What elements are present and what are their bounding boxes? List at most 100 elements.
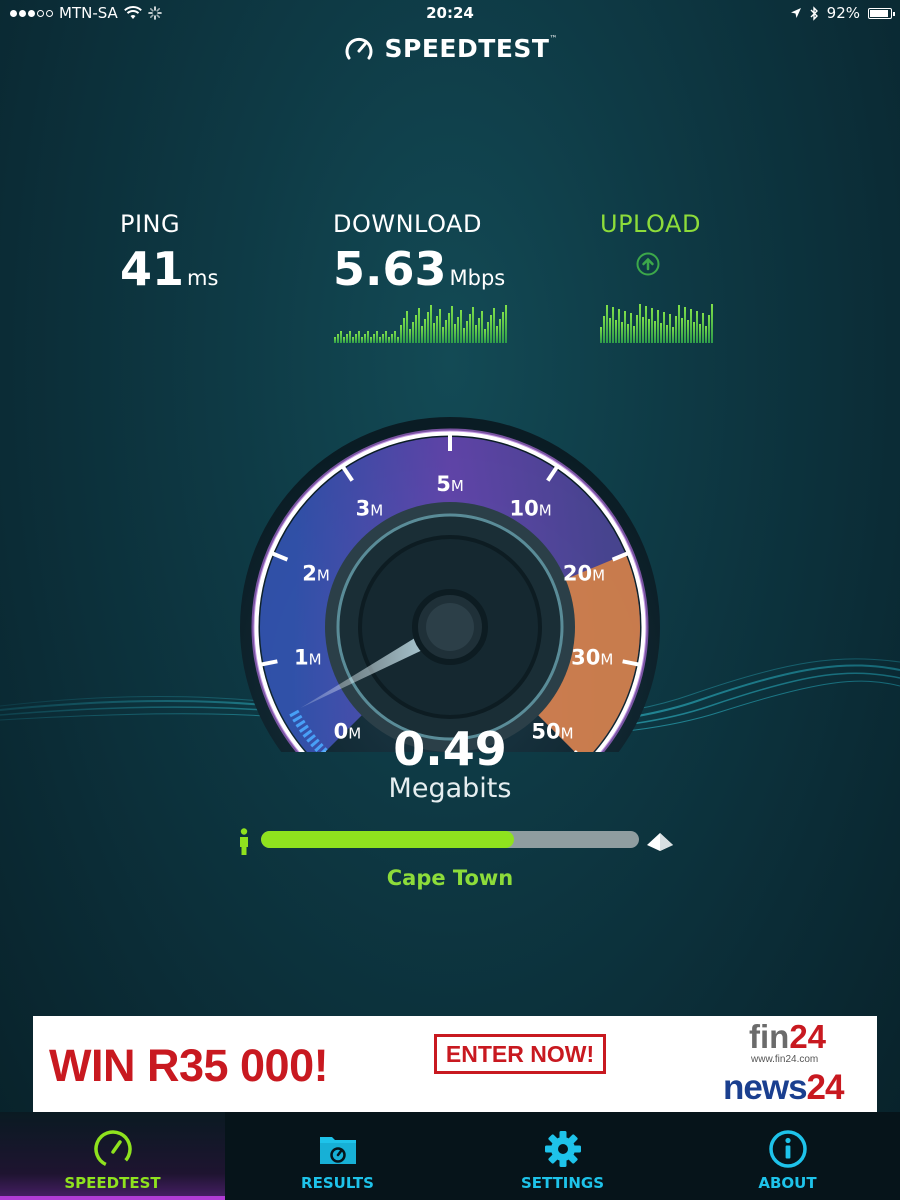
graph-bar bbox=[463, 328, 465, 343]
ping-unit: ms bbox=[187, 266, 219, 290]
tab-speedtest[interactable]: SPEEDTEST bbox=[0, 1112, 225, 1200]
download-metric: DOWNLOAD 5.63 Mbps bbox=[333, 210, 505, 296]
graph-bar bbox=[430, 305, 432, 343]
graph-bar bbox=[457, 317, 459, 343]
graph-bar bbox=[618, 309, 620, 343]
tab-bar: SPEEDTEST RESULTS SETTINGS ABOUT bbox=[0, 1112, 900, 1200]
speedometer-logo-icon bbox=[345, 37, 372, 59]
battery-icon bbox=[868, 7, 895, 19]
tab-about-label: ABOUT bbox=[758, 1174, 817, 1192]
graph-bar bbox=[469, 314, 471, 343]
graph-bar bbox=[645, 306, 647, 343]
graph-bar bbox=[349, 331, 351, 343]
graph-bar bbox=[442, 327, 444, 343]
tab-results[interactable]: RESULTS bbox=[225, 1112, 450, 1200]
location-arrow-icon bbox=[790, 8, 801, 18]
server-location[interactable]: Cape Town bbox=[0, 866, 900, 890]
graph-bar bbox=[382, 334, 384, 343]
graph-bar bbox=[654, 321, 656, 343]
graph-bar bbox=[657, 310, 659, 343]
ping-value: 41 bbox=[120, 242, 185, 296]
current-speed-value: 0.49 bbox=[393, 722, 507, 776]
tab-speedtest-label: SPEEDTEST bbox=[64, 1174, 161, 1192]
graph-bar bbox=[663, 312, 665, 343]
graph-bar bbox=[433, 323, 435, 343]
tab-settings[interactable]: SETTINGS bbox=[450, 1112, 675, 1200]
graph-bar bbox=[627, 324, 629, 343]
download-graph bbox=[334, 298, 507, 343]
upload-graph bbox=[600, 298, 713, 343]
graph-bar bbox=[361, 337, 363, 343]
fin24-url: www.fin24.com bbox=[751, 1054, 819, 1065]
graph-bar bbox=[460, 310, 462, 343]
graph-bar bbox=[436, 316, 438, 343]
graph-bar bbox=[394, 331, 396, 343]
graph-bar bbox=[370, 337, 372, 343]
status-bar: MTN-SA 20:24 92% bbox=[0, 0, 900, 26]
graph-bar bbox=[624, 311, 626, 343]
graph-bar bbox=[633, 326, 635, 343]
ping-label: PING bbox=[120, 210, 181, 238]
person-icon bbox=[240, 828, 248, 855]
graph-bar bbox=[451, 306, 453, 343]
graph-bar bbox=[609, 318, 611, 343]
graph-bar bbox=[690, 309, 692, 343]
graph-bar bbox=[418, 308, 420, 343]
graph-bar bbox=[603, 316, 605, 343]
tab-about[interactable]: ABOUT bbox=[675, 1112, 900, 1200]
gear-icon bbox=[544, 1131, 581, 1167]
ad-banner[interactable]: WIN R35 000! ENTER NOW! fin24 www.fin24.… bbox=[33, 1016, 877, 1112]
graph-bar bbox=[496, 326, 498, 343]
graph-bar bbox=[696, 311, 698, 343]
tab-results-label: RESULTS bbox=[301, 1174, 374, 1192]
ad-headline[interactable]: WIN R35 000! bbox=[49, 1040, 329, 1092]
graph-bar bbox=[481, 311, 483, 343]
info-icon bbox=[768, 1130, 807, 1168]
gauge-hub-cap bbox=[426, 603, 474, 651]
graph-bar bbox=[397, 337, 399, 343]
graph-bar bbox=[699, 324, 701, 343]
status-time: 20:24 bbox=[426, 4, 474, 22]
graph-bar bbox=[606, 305, 608, 343]
graph-bar bbox=[702, 313, 704, 343]
arrow-up-circle-icon bbox=[636, 252, 660, 276]
graph-bar bbox=[364, 334, 366, 343]
ad-enter-now-button[interactable]: ENTER NOW! bbox=[434, 1034, 606, 1074]
graph-bar bbox=[651, 308, 653, 343]
app-title: SPEEDTEST bbox=[384, 34, 550, 63]
graph-bar bbox=[684, 307, 686, 343]
graph-bar bbox=[669, 314, 671, 343]
graph-bar bbox=[648, 319, 650, 343]
graph-bar bbox=[334, 337, 336, 343]
graph-bar bbox=[472, 307, 474, 343]
graph-bar bbox=[403, 318, 405, 343]
graph-bar bbox=[427, 312, 429, 343]
graph-bar bbox=[388, 337, 390, 343]
graph-bar bbox=[424, 319, 426, 343]
test-progress-bar bbox=[261, 831, 639, 848]
graph-bar bbox=[346, 334, 348, 343]
speed-gauge: 0M1M2M3M5M10M20M30M50M bbox=[240, 417, 660, 752]
graph-bar bbox=[678, 305, 680, 343]
graph-bar bbox=[439, 309, 441, 343]
trademark: ™ bbox=[549, 34, 558, 43]
graph-bar bbox=[379, 337, 381, 343]
graph-bar bbox=[708, 315, 710, 343]
graph-bar bbox=[615, 320, 617, 343]
ping-metric: PING 41 ms bbox=[120, 210, 218, 296]
graph-bar bbox=[711, 304, 713, 343]
graph-bar bbox=[466, 321, 468, 343]
server-icon bbox=[647, 833, 673, 851]
graph-bar bbox=[484, 329, 486, 343]
graph-bar bbox=[415, 315, 417, 343]
graph-bar bbox=[358, 331, 360, 343]
graph-bar bbox=[475, 325, 477, 343]
download-unit: Mbps bbox=[449, 266, 506, 290]
graph-bar bbox=[621, 322, 623, 343]
graph-bar bbox=[693, 322, 695, 343]
graph-bar bbox=[478, 318, 480, 343]
graph-bar bbox=[493, 308, 495, 343]
graph-bar bbox=[687, 320, 689, 343]
graph-bar bbox=[454, 324, 456, 343]
graph-bar bbox=[505, 305, 507, 343]
